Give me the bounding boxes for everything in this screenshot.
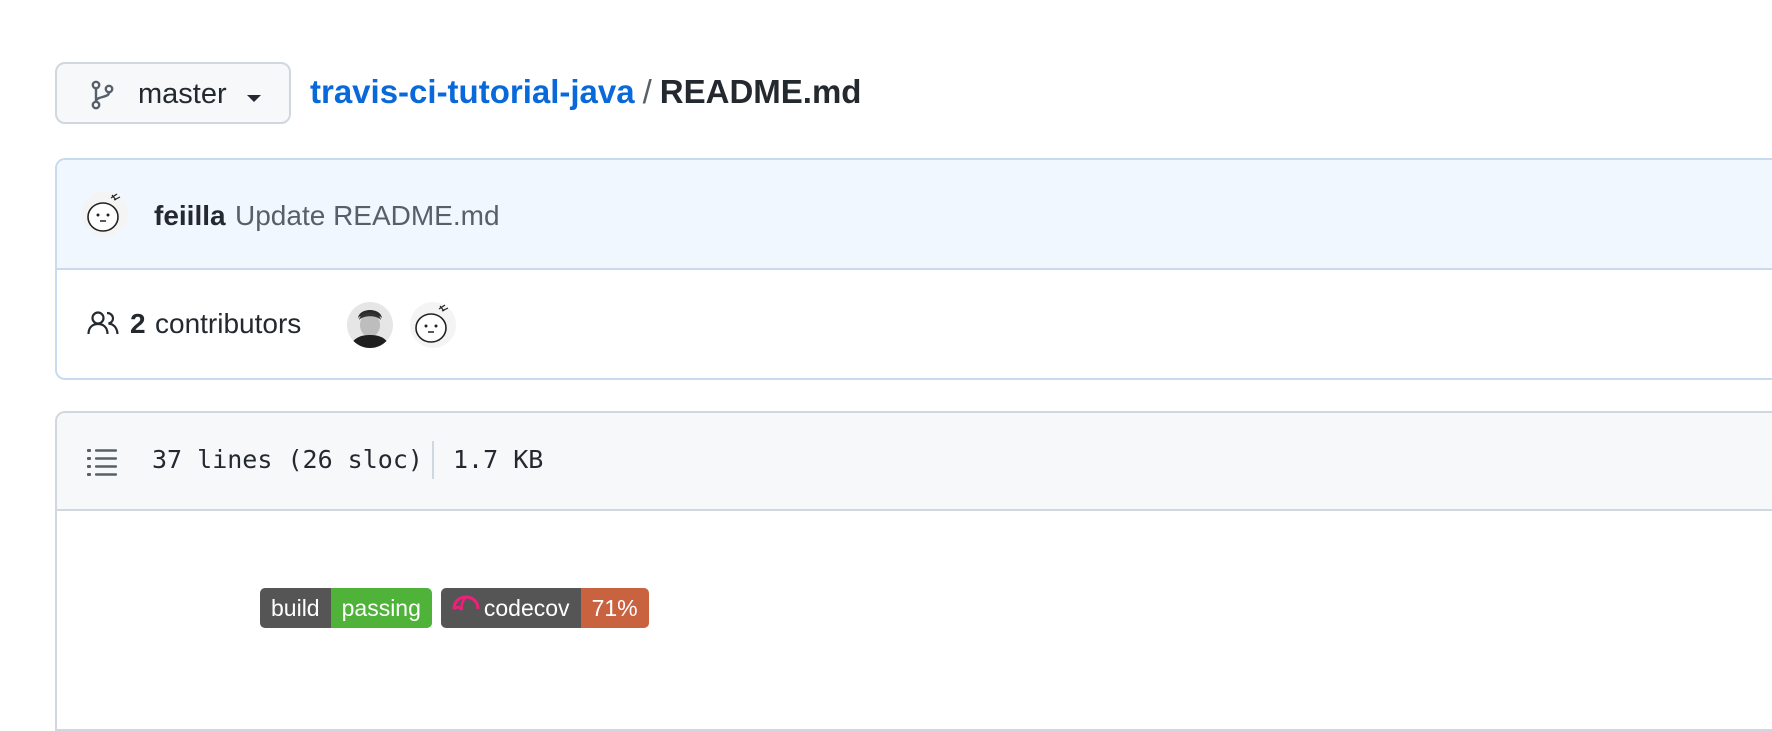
git-branch-icon (90, 80, 114, 115)
badge-value: passing (330, 588, 432, 628)
commit-box: feiilla Update README.md 2 contributors (55, 158, 1772, 380)
divider (432, 441, 434, 479)
contributors-count[interactable]: 2 (130, 308, 146, 340)
chevron-down-icon (246, 91, 262, 109)
breadcrumb: travis-ci-tutorial-java / README.md (310, 73, 861, 111)
branch-selector-button[interactable]: master (55, 62, 291, 124)
repo-link[interactable]: travis-ci-tutorial-java (310, 73, 635, 110)
badge-label: build (260, 588, 331, 628)
build-status-badge[interactable]: build passing (260, 588, 432, 628)
file-name: README.md (659, 73, 862, 110)
outline-list-icon[interactable] (87, 448, 119, 480)
file-lines-count: 37 lines (26 sloc) (152, 445, 423, 474)
badge-value: 71% (580, 588, 649, 628)
commit-message[interactable]: Update README.md (235, 200, 500, 232)
author-avatar[interactable] (81, 190, 129, 243)
file-size: 1.7 KB (453, 445, 544, 474)
contributor-avatar[interactable] (409, 301, 457, 354)
file-header: 37 lines (26 sloc) 1.7 KB (57, 413, 1772, 511)
contributor-avatar[interactable] (346, 301, 394, 354)
contributors-row: 2 contributors (57, 270, 1772, 378)
contributors-label[interactable]: contributors (155, 308, 301, 340)
breadcrumb-separator: / (642, 73, 652, 110)
commit-author[interactable]: feiilla (154, 200, 226, 232)
readme-badges: build passing codecov 71% (260, 588, 649, 628)
people-icon (87, 310, 119, 341)
codecov-umbrella-icon (452, 595, 480, 621)
branch-name: master (138, 78, 227, 110)
file-viewer: 37 lines (26 sloc) 1.7 KB build passing … (55, 411, 1772, 731)
codecov-badge[interactable]: codecov 71% (440, 588, 649, 628)
badge-label-with-icon: codecov (440, 588, 581, 628)
latest-commit: feiilla Update README.md (57, 160, 1772, 270)
badge-label: codecov (483, 594, 570, 621)
